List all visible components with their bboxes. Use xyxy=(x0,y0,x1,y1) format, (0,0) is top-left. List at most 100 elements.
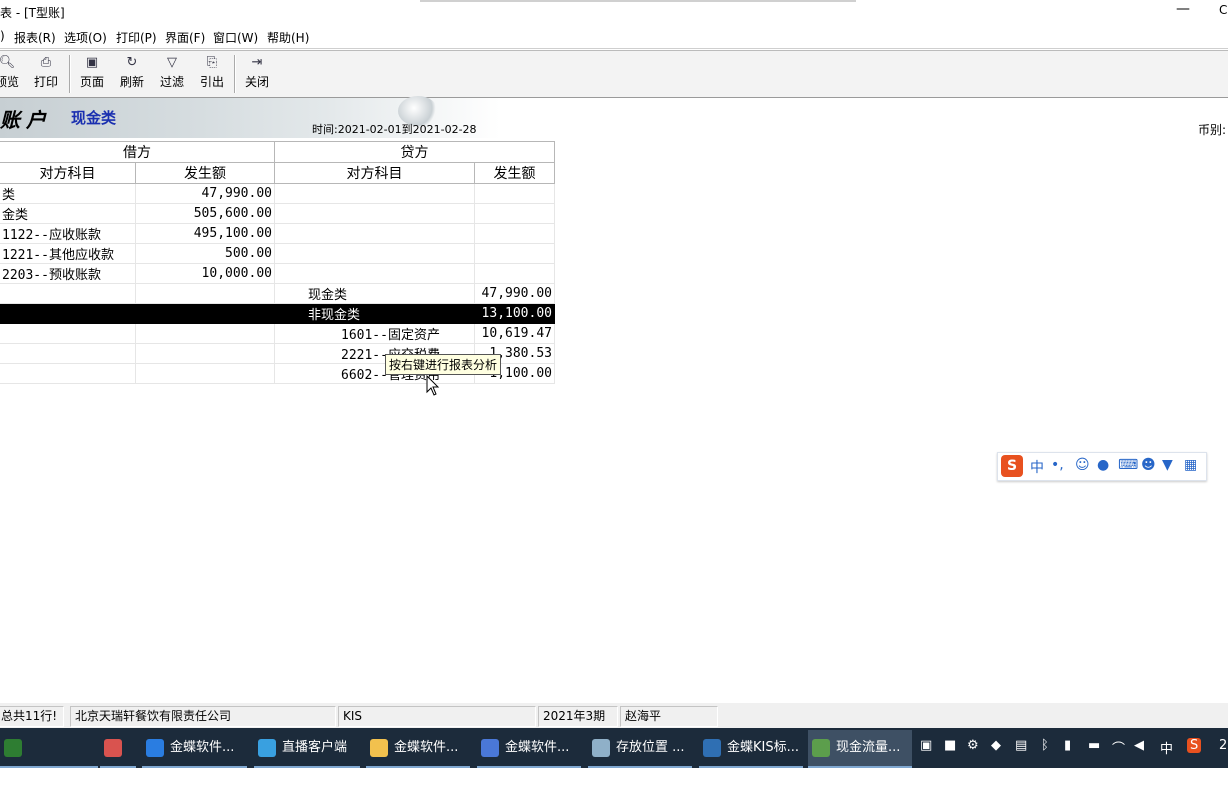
debit-account-cell[interactable] xyxy=(0,303,136,324)
taskbar-item-ie[interactable]: 金蝶软件... xyxy=(142,730,247,768)
debit-amount-cell[interactable] xyxy=(135,323,275,344)
preview-button[interactable]: 🔍︎ 预览 xyxy=(0,55,26,90)
tray-red-icon[interactable]: ◆ xyxy=(991,738,1001,753)
debit-amount-cell[interactable]: 505,600.00 xyxy=(135,203,275,224)
page-button[interactable]: ▣ 页面 xyxy=(73,55,111,90)
menu-item-window[interactable]: 窗口(W) xyxy=(213,29,258,46)
taskbar-item-folder[interactable]: 金蝶软件... xyxy=(366,730,470,768)
debit-amount-cell[interactable] xyxy=(135,303,275,324)
table-row[interactable]: 现金类 47,990.00 xyxy=(0,283,555,304)
bluetooth-icon[interactable]: ᛒ xyxy=(1041,738,1049,753)
taskbar-item-kingdee[interactable]: 金蝶软件... xyxy=(477,730,581,768)
credit-account-cell[interactable] xyxy=(274,223,475,244)
debit-amount-cell[interactable]: 500.00 xyxy=(135,243,275,264)
taskbar-item-word[interactable]: Microsoft... xyxy=(0,730,98,791)
microphone-tray-icon[interactable]: ▮ xyxy=(1064,738,1071,753)
user-icon[interactable]: ☻ xyxy=(1141,457,1156,473)
taskbar-item-storage[interactable]: 存放位置 ... xyxy=(588,730,692,768)
table-row[interactable]: 非现金类 13,100.00 xyxy=(0,303,555,324)
credit-account-cell[interactable] xyxy=(274,263,475,284)
punctuation-toggle[interactable]: •, xyxy=(1051,457,1064,473)
credit-amount-cell[interactable]: 10,619.47 xyxy=(474,323,555,344)
kis-icon xyxy=(703,738,721,757)
keyboard-icon[interactable]: ⌨ xyxy=(1118,457,1138,473)
credit-amount-cell[interactable]: 47,990.00 xyxy=(474,283,555,304)
table-row[interactable]: 2203--预收账款 10,000.00 xyxy=(0,263,555,284)
debit-amount-cell[interactable] xyxy=(135,343,275,364)
debit-amount-cell[interactable]: 10,000.00 xyxy=(135,263,275,284)
export-button[interactable]: ⎘ 引出 xyxy=(193,55,231,90)
credit-amount-cell[interactable] xyxy=(474,223,555,244)
taskbar-item-live-client[interactable]: 直播客户端 xyxy=(254,730,360,768)
taskbar-item-cashflow[interactable]: 现金流量... xyxy=(808,730,912,768)
battery-icon[interactable]: ▬ xyxy=(1088,738,1100,753)
close-door-icon: ⇥ xyxy=(251,55,263,70)
menu-item-partial[interactable]: ) xyxy=(0,29,5,43)
debit-amount-cell[interactable]: 47,990.00 xyxy=(135,183,275,204)
credit-amount-cell[interactable] xyxy=(474,263,555,284)
table-row[interactable]: 金类 505,600.00 xyxy=(0,203,555,224)
credit-account-cell[interactable] xyxy=(274,243,475,264)
volume-icon[interactable]: ◀ xyxy=(1134,738,1144,753)
ime-toolbar[interactable]: S 中 •, ☺ ● ⌨ ☻ ▼ ▦ xyxy=(997,452,1207,481)
debit-account-cell[interactable]: 1221--其他应收款 xyxy=(0,243,136,264)
credit-amount-cell[interactable]: 13,100.00 xyxy=(474,303,555,324)
tray-ime-label[interactable]: 中 xyxy=(1160,738,1173,757)
debit-account-cell[interactable]: 金类 xyxy=(0,203,136,224)
table-row[interactable]: 类 47,990.00 xyxy=(0,183,555,204)
debit-account-cell[interactable]: 1122--应收账款 xyxy=(0,223,136,244)
taskbar-item-kis[interactable]: 金蝶KIS标... xyxy=(699,730,803,768)
tray-monitor-icon[interactable]: ▤ xyxy=(1015,738,1027,753)
filter-button[interactable]: ▽ 过滤 xyxy=(153,55,191,90)
sogou-tray-icon[interactable]: S xyxy=(1187,738,1202,753)
debit-account-cell[interactable]: 类 xyxy=(0,183,136,204)
tray-network-icon[interactable]: ▣ xyxy=(920,738,932,753)
menu-item-report[interactable]: 报表(R) xyxy=(14,29,56,46)
credit-account-col[interactable]: 对方科目 xyxy=(274,162,475,184)
emoji-icon[interactable]: ☺ xyxy=(1075,457,1090,473)
toolbox-icon[interactable]: ▦ xyxy=(1184,457,1197,473)
clock[interactable]: 2 xyxy=(1219,738,1227,753)
minimize-button[interactable]: — xyxy=(1176,1,1190,17)
debit-amount-cell[interactable] xyxy=(135,363,275,384)
debit-account-cell[interactable] xyxy=(0,343,136,364)
taskbar-item-app[interactable] xyxy=(100,730,136,768)
ime-mode-toggle[interactable]: 中 xyxy=(1030,457,1044,477)
credit-account-cell[interactable] xyxy=(274,183,475,204)
credit-amount-col[interactable]: 发生额 xyxy=(474,162,555,184)
wifi-icon[interactable]: ⌒ xyxy=(1112,738,1125,757)
credit-account-cell[interactable]: 非现金类 xyxy=(274,303,475,324)
credit-amount-cell[interactable] xyxy=(474,203,555,224)
debit-account-col[interactable]: 对方科目 xyxy=(0,162,136,184)
skin-icon[interactable]: ▼ xyxy=(1162,457,1173,473)
debit-amount-cell[interactable]: 495,100.00 xyxy=(135,223,275,244)
t-account-table[interactable]: 借方 贷方 对方科目 发生额 对方科目 发生额 类 47,990.00 金类 505,… xyxy=(0,141,555,384)
debit-header: 借方 xyxy=(0,141,275,163)
credit-account-cell[interactable]: 1601--固定资产 xyxy=(274,323,475,344)
debit-account-cell[interactable]: 2203--预收账款 xyxy=(0,263,136,284)
debit-account-cell[interactable] xyxy=(0,363,136,384)
tray-settings-icon[interactable]: ⚙ xyxy=(967,738,979,753)
print-button[interactable]: ⎙ 打印 xyxy=(27,55,65,90)
menu-item-help[interactable]: 帮助(H) xyxy=(267,29,309,46)
table-row[interactable]: 1221--其他应收款 500.00 xyxy=(0,243,555,264)
tray-app-icon[interactable]: ■ xyxy=(944,738,956,753)
mouse-cursor-icon xyxy=(426,375,440,396)
refresh-button[interactable]: ↻ 刷新 xyxy=(113,55,151,90)
table-row[interactable]: 1601--固定资产 10,619.47 xyxy=(0,323,555,344)
menu-item-print[interactable]: 打印(P) xyxy=(116,29,157,46)
debit-account-cell[interactable] xyxy=(0,323,136,344)
table-row[interactable]: 1122--应收账款 495,100.00 xyxy=(0,223,555,244)
debit-account-cell[interactable] xyxy=(0,283,136,304)
credit-account-cell[interactable]: 现金类 xyxy=(274,283,475,304)
menu-item-interface[interactable]: 界面(F) xyxy=(165,29,205,46)
debit-amount-col[interactable]: 发生额 xyxy=(135,162,275,184)
credit-amount-cell[interactable] xyxy=(474,243,555,264)
close-button[interactable]: ⇥ 关闭 xyxy=(238,55,276,90)
credit-amount-cell[interactable] xyxy=(474,183,555,204)
microphone-icon[interactable]: ● xyxy=(1097,457,1109,473)
debit-amount-cell[interactable] xyxy=(135,283,275,304)
menu-item-options[interactable]: 选项(O) xyxy=(64,29,107,46)
credit-account-cell[interactable] xyxy=(274,203,475,224)
title-divider xyxy=(420,0,856,2)
